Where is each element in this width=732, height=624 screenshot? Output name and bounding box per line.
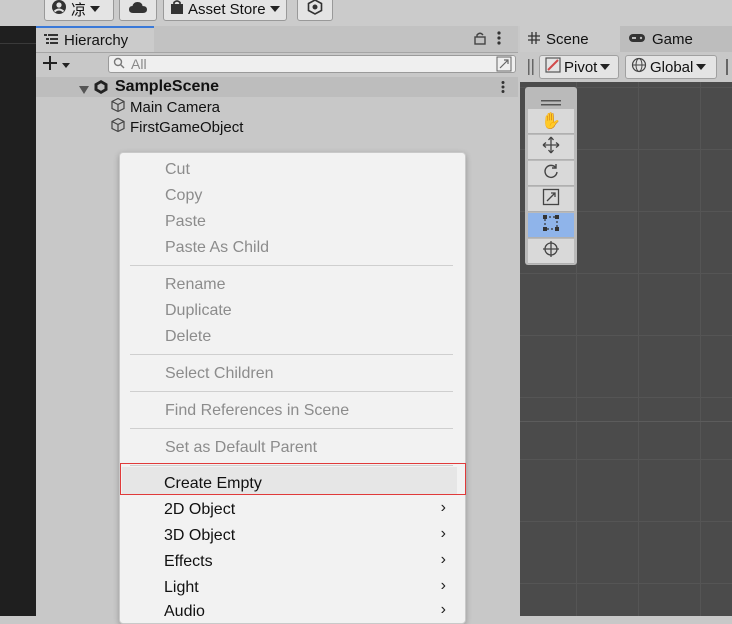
toolbar-grip-icon: [528, 59, 534, 79]
asset-store-dropdown[interactable]: Asset Store: [163, 0, 287, 21]
account-icon: [51, 0, 67, 19]
chevron-down-icon: [90, 6, 101, 12]
gameobject-cube-icon: [110, 117, 126, 137]
menu-item-2d-object[interactable]: 2D Object: [164, 501, 235, 519]
expand-arrow-icon[interactable]: [79, 82, 89, 99]
scene-panel: Scene Game Pivot Global ✋: [520, 26, 732, 616]
left-dark-panel: [0, 0, 36, 616]
plus-icon: [42, 55, 58, 75]
tab-game[interactable]: Game: [620, 26, 732, 52]
rect-tool-button[interactable]: [528, 213, 574, 238]
global-dropdown[interactable]: Global: [625, 55, 717, 79]
globe-icon: [631, 57, 647, 77]
tab-scene-label: Scene: [546, 30, 589, 48]
tab-game-label: Game: [652, 30, 693, 48]
pivot-dropdown[interactable]: Pivot: [539, 55, 619, 79]
grid-hash-icon: [528, 31, 540, 48]
hierarchy-item-label: Main Camera: [130, 98, 221, 116]
chevron-down-icon: [600, 64, 611, 70]
move-arrows-icon: [542, 136, 560, 159]
annotation-highlight-box: [120, 463, 466, 495]
chevron-down-icon: [696, 64, 707, 70]
hierarchy-item-label: FirstGameObject: [130, 118, 244, 136]
scale-tool-button[interactable]: [528, 187, 574, 212]
search-filter-icon[interactable]: [496, 56, 512, 75]
pivot-icon: [545, 57, 561, 77]
asset-store-label: Asset Store: [188, 0, 266, 18]
scene-row[interactable]: SampleScene: [36, 77, 518, 97]
scale-icon: [542, 188, 560, 211]
tool-palette: ✋: [525, 87, 577, 265]
chevron-down-icon: [269, 6, 280, 12]
cloud-button[interactable]: [119, 0, 157, 21]
search-input[interactable]: All: [108, 55, 516, 73]
menu-item-audio[interactable]: Audio: [164, 603, 205, 621]
top-toolbar: 凉 Asset Store: [0, 0, 732, 26]
hierarchy-item[interactable]: Main Camera: [110, 97, 220, 117]
unity-scene-icon: [93, 79, 109, 99]
tab-scene[interactable]: Scene: [520, 26, 620, 52]
transform-icon: [542, 240, 560, 263]
context-menu-lower: Create Empty 2D Object › 3D Object › Eff…: [119, 152, 464, 622]
tab-hierarchy[interactable]: Hierarchy: [36, 26, 154, 52]
pivot-label: Pivot: [564, 58, 598, 76]
menu-item-light[interactable]: Light: [164, 579, 199, 597]
submenu-arrow-icon: ›: [440, 577, 446, 594]
submenu-arrow-icon: ›: [440, 601, 446, 618]
cloud-icon: [128, 0, 148, 18]
search-placeholder: All: [131, 56, 147, 72]
hand-icon: ✋: [541, 113, 561, 130]
submenu-arrow-icon: ›: [440, 551, 446, 568]
menu-item-3d-object[interactable]: 3D Object: [164, 527, 235, 545]
scene-toolbar: Pivot Global: [520, 52, 732, 82]
chevron-down-icon: [62, 62, 70, 68]
hierarchy-tab-bar: Hierarchy: [36, 26, 518, 53]
rotate-icon: [542, 162, 560, 185]
submenu-arrow-icon: ›: [440, 499, 446, 516]
hierarchy-tab-label: Hierarchy: [64, 31, 129, 49]
global-label: Global: [650, 58, 694, 76]
scene-name: SampleScene: [115, 78, 220, 95]
shopping-bag-icon: [170, 0, 184, 19]
move-tool-button[interactable]: [528, 135, 574, 160]
list-icon: [44, 32, 58, 49]
submenu-arrow-icon: ›: [440, 525, 446, 542]
scene-tab-bar: Scene Game: [520, 26, 732, 52]
gameobject-cube-icon: [110, 97, 126, 117]
account-dropdown[interactable]: 凉: [44, 0, 114, 21]
add-dropdown-button[interactable]: [42, 55, 70, 75]
package-button[interactable]: [297, 0, 333, 21]
hierarchy-item[interactable]: FirstGameObject: [110, 117, 243, 137]
rotate-tool-button[interactable]: [528, 161, 574, 186]
more-options-icon[interactable]: [497, 30, 501, 50]
rect-transform-icon: [542, 214, 560, 237]
gamepad-icon: [628, 31, 646, 48]
lock-icon[interactable]: [474, 31, 486, 49]
hierarchy-toolbar: All: [36, 53, 518, 77]
search-icon: [113, 56, 127, 72]
toolbar-divider: [726, 59, 728, 75]
transform-tool-button[interactable]: [528, 239, 574, 264]
more-options-icon[interactable]: [501, 80, 505, 98]
menu-item-effects[interactable]: Effects: [164, 553, 213, 571]
hexagon-icon: [307, 0, 323, 19]
account-label: 凉: [71, 1, 87, 19]
hand-tool-button[interactable]: ✋: [528, 109, 574, 134]
drag-handle-icon[interactable]: [541, 93, 561, 110]
